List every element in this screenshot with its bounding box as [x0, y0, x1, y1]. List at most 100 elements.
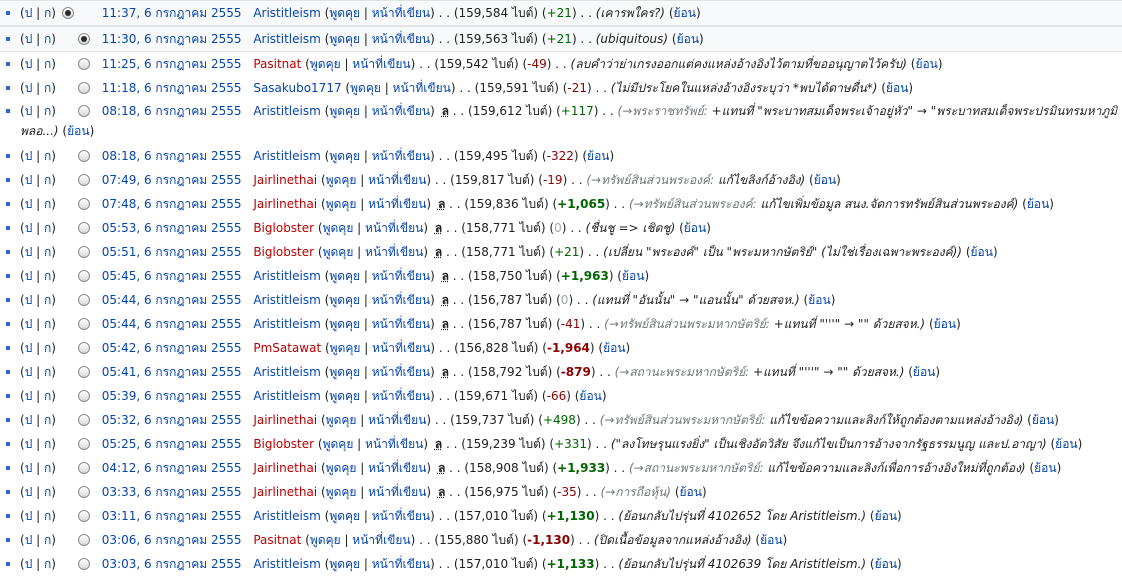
- prev-diff-link[interactable]: ก: [44, 341, 51, 355]
- user-link[interactable]: Aristitleism: [253, 317, 320, 331]
- user-talk-link[interactable]: พูดคุย: [323, 437, 354, 451]
- user-talk-link[interactable]: พูดคุย: [323, 221, 354, 235]
- user-talk-link[interactable]: พูดคุย: [310, 533, 341, 547]
- section-autocomment[interactable]: (→สถานะพระมหากษัตริย์:: [615, 365, 750, 379]
- revision-timestamp-link[interactable]: 05:45, 6 กรกฎาคม 2555: [102, 269, 242, 283]
- compare-new-radio[interactable]: [77, 246, 90, 258]
- prev-diff-link[interactable]: ก: [44, 317, 51, 331]
- undo-link[interactable]: ย้อน: [587, 149, 609, 163]
- user-talk-link[interactable]: พูดคุย: [326, 197, 357, 211]
- compare-new-radio[interactable]: [77, 558, 90, 570]
- undo-link[interactable]: ย้อน: [579, 389, 601, 403]
- prev-diff-link[interactable]: ก: [44, 389, 51, 403]
- compare-new-radio[interactable]: [77, 82, 90, 94]
- prev-diff-link[interactable]: ก: [44, 245, 51, 259]
- cur-diff-link[interactable]: ป: [25, 437, 33, 451]
- user-talk-link[interactable]: พูดคุย: [326, 173, 357, 187]
- prev-diff-link[interactable]: ก: [44, 509, 51, 523]
- cur-diff-link[interactable]: ป: [25, 173, 33, 187]
- undo-link[interactable]: ย้อน: [603, 341, 625, 355]
- undo-link[interactable]: ย้อน: [934, 317, 956, 331]
- user-contribs-link[interactable]: หน้าที่เขียน: [372, 32, 430, 46]
- user-contribs-link[interactable]: หน้าที่เขียน: [372, 365, 430, 379]
- section-autocomment[interactable]: (→ทรัพย์สินส่วนพระมหากษัตริย์:: [600, 413, 766, 427]
- prev-diff-link[interactable]: ก: [44, 533, 51, 547]
- revision-timestamp-link[interactable]: 03:03, 6 กรกฎาคม 2555: [102, 557, 242, 571]
- undo-link[interactable]: ย้อน: [814, 173, 836, 187]
- compare-new-radio[interactable]: [77, 318, 90, 330]
- section-autocomment[interactable]: (→สถานะพระมหากษัตริย์:: [629, 461, 764, 475]
- revision-timestamp-link[interactable]: 04:12, 6 กรกฎาคม 2555: [102, 461, 242, 475]
- cur-diff-link[interactable]: ป: [25, 6, 33, 20]
- undo-link[interactable]: ย้อน: [684, 221, 706, 235]
- user-talk-link[interactable]: พูดคุย: [326, 413, 357, 427]
- user-talk-link[interactable]: พูดคุย: [329, 293, 360, 307]
- user-contribs-link[interactable]: หน้าที่เขียน: [372, 389, 430, 403]
- user-talk-link[interactable]: พูดคุย: [350, 81, 381, 95]
- compare-new-radio[interactable]: [77, 294, 90, 306]
- compare-new-radio[interactable]: [77, 486, 90, 498]
- cur-diff-link[interactable]: ป: [25, 317, 33, 331]
- user-talk-link[interactable]: พูดคุย: [330, 341, 361, 355]
- user-talk-link[interactable]: พูดคุย: [329, 389, 360, 403]
- cur-diff-link[interactable]: ป: [25, 389, 33, 403]
- cur-diff-link[interactable]: ป: [25, 509, 33, 523]
- revision-timestamp-link[interactable]: 05:41, 6 กรกฎาคม 2555: [102, 365, 242, 379]
- revision-timestamp-link[interactable]: 08:18, 6 กรกฎาคม 2555: [102, 149, 242, 163]
- section-autocomment[interactable]: (→การถือหุ้น): [601, 485, 671, 499]
- user-contribs-link[interactable]: หน้าที่เขียน: [368, 197, 426, 211]
- user-link[interactable]: Jairlinethai: [253, 485, 317, 499]
- undo-link[interactable]: ย้อน: [971, 245, 993, 259]
- user-link[interactable]: Aristitleism: [253, 32, 320, 46]
- revision-timestamp-link[interactable]: 11:18, 6 กรกฎาคม 2555: [102, 81, 242, 95]
- revision-timestamp-link[interactable]: 07:49, 6 กรกฎาคม 2555: [102, 173, 242, 187]
- user-talk-link[interactable]: พูดคุย: [329, 269, 360, 283]
- compare-new-radio[interactable]: [77, 390, 90, 402]
- undo-link[interactable]: ย้อน: [875, 557, 897, 571]
- undo-link[interactable]: ย้อน: [913, 365, 935, 379]
- revision-timestamp-link[interactable]: 03:33, 6 กรกฎาคม 2555: [102, 485, 242, 499]
- cur-diff-link[interactable]: ป: [25, 245, 33, 259]
- undo-link[interactable]: ย้อน: [760, 533, 782, 547]
- user-link[interactable]: Aristitleism: [253, 365, 320, 379]
- user-contribs-link[interactable]: หน้าที่เขียน: [393, 81, 451, 95]
- section-autocomment[interactable]: (→พระราชทรัพย์:: [618, 104, 708, 118]
- revision-timestamp-link[interactable]: 05:44, 6 กรกฎาคม 2555: [102, 317, 242, 331]
- prev-diff-link[interactable]: ก: [44, 413, 51, 427]
- compare-new-radio[interactable]: [77, 222, 90, 234]
- user-link[interactable]: PmSatawat: [253, 341, 321, 355]
- cur-diff-link[interactable]: ป: [25, 32, 33, 46]
- compare-new-radio[interactable]: [77, 510, 90, 522]
- user-link[interactable]: Biglobster: [253, 245, 314, 259]
- undo-link[interactable]: ย้อน: [886, 81, 908, 95]
- undo-link[interactable]: ย้อน: [1027, 197, 1049, 211]
- user-talk-link[interactable]: พูดคุย: [310, 57, 341, 71]
- user-link[interactable]: Biglobster: [253, 221, 314, 235]
- cur-diff-link[interactable]: ป: [25, 81, 33, 95]
- revision-timestamp-link[interactable]: 03:06, 6 กรกฎาคม 2555: [102, 533, 242, 547]
- user-link[interactable]: Aristitleism: [253, 104, 320, 118]
- user-link[interactable]: Pasitnat: [253, 533, 301, 547]
- compare-new-radio[interactable]: [77, 462, 90, 474]
- cur-diff-link[interactable]: ป: [25, 341, 33, 355]
- undo-link[interactable]: ย้อน: [808, 293, 830, 307]
- user-contribs-link[interactable]: หน้าที่เขียน: [372, 557, 430, 571]
- revision-timestamp-link[interactable]: 07:48, 6 กรกฎาคม 2555: [102, 197, 242, 211]
- cur-diff-link[interactable]: ป: [25, 293, 33, 307]
- revision-timestamp-link[interactable]: 03:11, 6 กรกฎาคม 2555: [102, 509, 242, 523]
- undo-link[interactable]: ย้อน: [875, 509, 897, 523]
- prev-diff-link[interactable]: ก: [44, 57, 51, 71]
- user-talk-link[interactable]: พูดคุย: [329, 149, 360, 163]
- user-contribs-link[interactable]: หน้าที่เขียน: [372, 293, 430, 307]
- user-link[interactable]: Aristitleism: [253, 269, 320, 283]
- revision-timestamp-link[interactable]: 05:32, 6 กรกฎาคม 2555: [102, 413, 242, 427]
- user-contribs-link[interactable]: หน้าที่เขียน: [372, 509, 430, 523]
- user-contribs-link[interactable]: หน้าที่เขียน: [372, 341, 430, 355]
- prev-diff-link[interactable]: ก: [44, 32, 51, 46]
- prev-diff-link[interactable]: ก: [44, 485, 51, 499]
- compare-new-radio[interactable]: [77, 33, 90, 45]
- cur-diff-link[interactable]: ป: [25, 485, 33, 499]
- undo-link[interactable]: ย้อน: [674, 6, 696, 20]
- cur-diff-link[interactable]: ป: [25, 149, 33, 163]
- user-link[interactable]: Jairlinethai: [253, 461, 317, 475]
